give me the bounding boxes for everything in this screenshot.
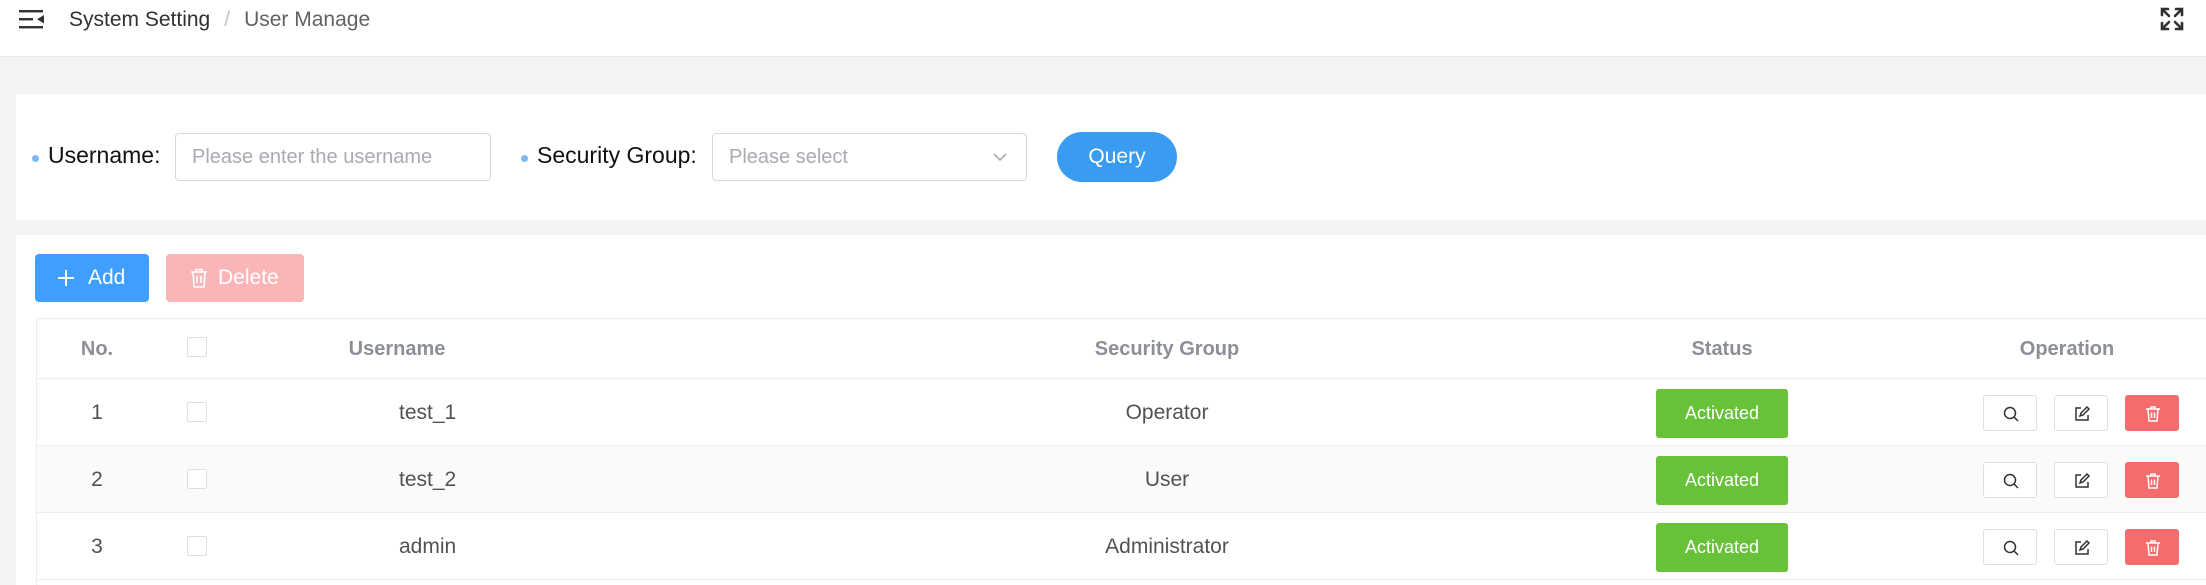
top-header: System Setting / User Manage bbox=[0, 0, 2206, 57]
row-number: 1 bbox=[91, 401, 103, 424]
breadcrumb-item-user-manage: User Manage bbox=[244, 8, 371, 31]
edit-icon bbox=[2075, 405, 2091, 421]
chevron-down-icon bbox=[993, 153, 1007, 162]
search-icon bbox=[2003, 540, 2019, 556]
search-icon bbox=[2003, 406, 2019, 422]
delete-row-button[interactable] bbox=[2125, 529, 2179, 565]
breadcrumb: System Setting / User Manage bbox=[69, 7, 370, 33]
fullscreen-icon[interactable] bbox=[2159, 6, 2185, 32]
username-cell: test_2 bbox=[399, 468, 457, 491]
security-group-placeholder: Please select bbox=[729, 146, 848, 168]
table-row: 1 test_1 Operator Activated bbox=[37, 379, 2206, 446]
table-header: No. Username Security Group Status Opera… bbox=[37, 319, 2206, 379]
view-button[interactable] bbox=[1983, 395, 2037, 431]
status-badge: Activated bbox=[1656, 523, 1788, 572]
add-button[interactable]: Add bbox=[35, 254, 149, 302]
security-group-cell: Administrator bbox=[1105, 535, 1229, 558]
menu-fold-icon[interactable] bbox=[19, 8, 45, 30]
required-dot bbox=[32, 155, 39, 162]
row-checkbox[interactable] bbox=[187, 536, 207, 556]
edit-button[interactable] bbox=[2054, 395, 2108, 431]
status-badge: Activated bbox=[1656, 389, 1788, 438]
breadcrumb-item-system-setting[interactable]: System Setting bbox=[69, 8, 210, 31]
query-button[interactable]: Query bbox=[1057, 132, 1177, 182]
edit-icon bbox=[2075, 539, 2091, 555]
username-cell: admin bbox=[399, 535, 457, 558]
security-group-label: Security Group: bbox=[537, 142, 697, 168]
column-header-no: No. bbox=[80, 338, 114, 360]
column-header-username: Username bbox=[348, 338, 446, 360]
table-panel: Add Delete No. Username Security Group S… bbox=[16, 235, 2206, 585]
table-row: 2 test_2 User Activated bbox=[37, 446, 2206, 513]
add-button-label: Add bbox=[88, 266, 126, 289]
edit-icon bbox=[2075, 472, 2091, 488]
username-input[interactable] bbox=[175, 133, 491, 181]
username-label: Username: bbox=[48, 142, 161, 168]
breadcrumb-separator: / bbox=[224, 8, 231, 31]
status-badge: Activated bbox=[1656, 456, 1788, 505]
required-dot bbox=[521, 155, 528, 162]
row-number: 2 bbox=[91, 468, 103, 491]
user-table: No. Username Security Group Status Opera… bbox=[36, 318, 2206, 585]
delete-icon bbox=[2146, 406, 2160, 422]
security-group-cell: User bbox=[1144, 468, 1190, 491]
edit-button[interactable] bbox=[2054, 529, 2108, 565]
security-group-cell: Operator bbox=[1125, 401, 1209, 424]
view-button[interactable] bbox=[1983, 529, 2037, 565]
username-cell: test_1 bbox=[399, 401, 457, 424]
column-header-operation: Operation bbox=[2019, 338, 2115, 360]
select-all-checkbox[interactable] bbox=[187, 337, 207, 357]
delete-row-button[interactable] bbox=[2125, 462, 2179, 498]
security-group-select[interactable]: Please select bbox=[712, 133, 1027, 181]
column-header-security-group: Security Group bbox=[1094, 338, 1240, 360]
plus-icon bbox=[58, 270, 74, 286]
row-checkbox[interactable] bbox=[187, 402, 207, 422]
delete-button-label: Delete bbox=[218, 266, 279, 289]
delete-icon bbox=[2146, 540, 2160, 556]
delete-icon bbox=[2146, 473, 2160, 489]
row-checkbox[interactable] bbox=[187, 469, 207, 489]
view-button[interactable] bbox=[1983, 462, 2037, 498]
table-row: 3 admin Administrator Activated bbox=[37, 513, 2206, 580]
search-icon bbox=[2003, 473, 2019, 489]
column-header-status: Status bbox=[1691, 338, 1753, 360]
row-number: 3 bbox=[91, 535, 103, 558]
search-panel: Username: Security Group: Please select … bbox=[16, 94, 2206, 220]
delete-row-button[interactable] bbox=[2125, 395, 2179, 431]
delete-button[interactable]: Delete bbox=[166, 254, 304, 302]
edit-button[interactable] bbox=[2054, 462, 2108, 498]
trash-icon bbox=[191, 268, 207, 288]
